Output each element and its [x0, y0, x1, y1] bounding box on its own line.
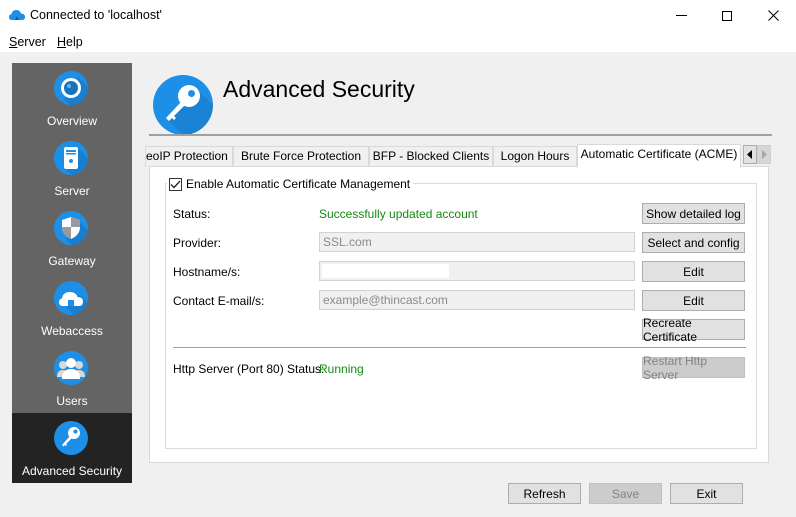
- sidebar-label: Advanced Security: [21, 464, 123, 478]
- select-and-config-button[interactable]: Select and config: [642, 232, 745, 253]
- sidebar-label: Webaccess: [41, 324, 103, 338]
- page-title: Advanced Security: [223, 76, 415, 102]
- menu-help-mnemonic: H: [57, 35, 67, 49]
- edit-hostnames-button[interactable]: Edit: [642, 261, 745, 282]
- sidebar-label: Server: [54, 184, 90, 198]
- save-button[interactable]: Save: [589, 483, 662, 504]
- restart-http-server-button[interactable]: Restart Http Server: [642, 354, 745, 382]
- sidebar-item-webaccess[interactable]: Webaccess: [12, 273, 132, 343]
- hostnames-redacted-value: [322, 264, 449, 278]
- enable-acme-checkbox[interactable]: Enable Automatic Certificate Management: [167, 176, 414, 192]
- tab-geoip-protection[interactable]: eoIP Protection: [145, 146, 233, 167]
- menu-help[interactable]: Help: [57, 35, 83, 49]
- title-bar: Connected to 'localhost': [0, 0, 796, 31]
- window-title: Connected to 'localhost': [30, 8, 162, 22]
- contact-email-field[interactable]: example@thincast.com: [319, 290, 635, 310]
- http-server-status-label: Http Server (Port 80) Status:: [173, 362, 325, 376]
- maximize-button[interactable]: [704, 0, 750, 31]
- close-icon: [767, 10, 779, 21]
- checkmark-icon: [170, 180, 181, 188]
- sidebar-label: Users: [56, 394, 88, 408]
- sidebar-label: Gateway: [48, 254, 96, 268]
- menu-server[interactable]: Server: [9, 35, 46, 49]
- minimize-button[interactable]: [658, 0, 704, 31]
- provider-label: Provider:: [173, 236, 222, 250]
- close-button[interactable]: [750, 0, 796, 31]
- hostnames-field[interactable]: [319, 261, 635, 281]
- sidebar-item-advanced-security[interactable]: Advanced Security: [12, 413, 132, 483]
- hostnames-label: Hostname/s:: [173, 265, 241, 279]
- sidebar-item-overview[interactable]: Overview: [12, 63, 132, 133]
- tab-scroll-right-button[interactable]: [757, 145, 771, 164]
- users-icon: [54, 351, 88, 385]
- tab-label: Brute Force Protection: [240, 149, 362, 163]
- show-detailed-log-button[interactable]: Show detailed log: [642, 203, 745, 224]
- cloud-icon: [54, 281, 88, 315]
- http-separator: [173, 347, 746, 348]
- http-server-status-value: Running: [319, 362, 364, 376]
- key-icon: [153, 75, 213, 135]
- key-icon: [54, 421, 88, 455]
- menu-help-label: elp: [66, 35, 83, 49]
- tab-brute-force-protection[interactable]: Brute Force Protection: [233, 146, 369, 167]
- eye-icon: [54, 71, 88, 105]
- sidebar-label: Overview: [46, 114, 97, 128]
- minimize-icon: [675, 15, 687, 16]
- sidebar-item-gateway[interactable]: Gateway: [12, 203, 132, 273]
- refresh-button[interactable]: Refresh: [508, 483, 581, 504]
- sidebar: Overview Server Gateway Webaccess Users …: [12, 63, 132, 483]
- sidebar-item-server[interactable]: Server: [12, 133, 132, 203]
- maximize-icon: [722, 10, 732, 21]
- menu-server-label: erver: [17, 35, 46, 49]
- tab-automatic-certificate[interactable]: Automatic Certificate (ACME): [577, 144, 741, 168]
- tab-bfp-blocked-clients[interactable]: BFP - Blocked Clients: [369, 146, 493, 167]
- app-cloud-icon: [9, 10, 25, 20]
- server-icon: [54, 141, 88, 175]
- status-label: Status:: [173, 207, 211, 221]
- checkbox-box[interactable]: [169, 177, 182, 191]
- tab-label: Logon Hours: [500, 149, 570, 163]
- edit-contact-button[interactable]: Edit: [642, 290, 745, 311]
- sidebar-item-users[interactable]: Users: [12, 343, 132, 413]
- recreate-certificate-button[interactable]: Recreate Certificate: [642, 316, 745, 344]
- tab-scroll-left-button[interactable]: [743, 145, 757, 164]
- status-value: Successfully updated account: [319, 207, 478, 221]
- arrow-right-icon: [762, 150, 767, 159]
- tab-label: eoIP Protection: [146, 149, 228, 163]
- provider-field[interactable]: SSL.com: [319, 232, 635, 252]
- tab-label: Automatic Certificate (ACME): [580, 147, 738, 161]
- tab-strip: eoIP Protection Brute Force Protection B…: [145, 144, 772, 168]
- contact-email-label: Contact E-mail/s:: [173, 294, 265, 308]
- tab-logon-hours[interactable]: Logon Hours: [493, 146, 577, 167]
- shield-icon: [54, 211, 88, 245]
- enable-acme-label: Enable Automatic Certificate Management: [186, 177, 411, 191]
- header-divider: [149, 134, 772, 136]
- exit-button[interactable]: Exit: [670, 483, 743, 504]
- arrow-left-icon: [747, 150, 752, 159]
- menu-bar: Server Help: [0, 31, 796, 52]
- tab-label: BFP - Blocked Clients: [372, 149, 490, 163]
